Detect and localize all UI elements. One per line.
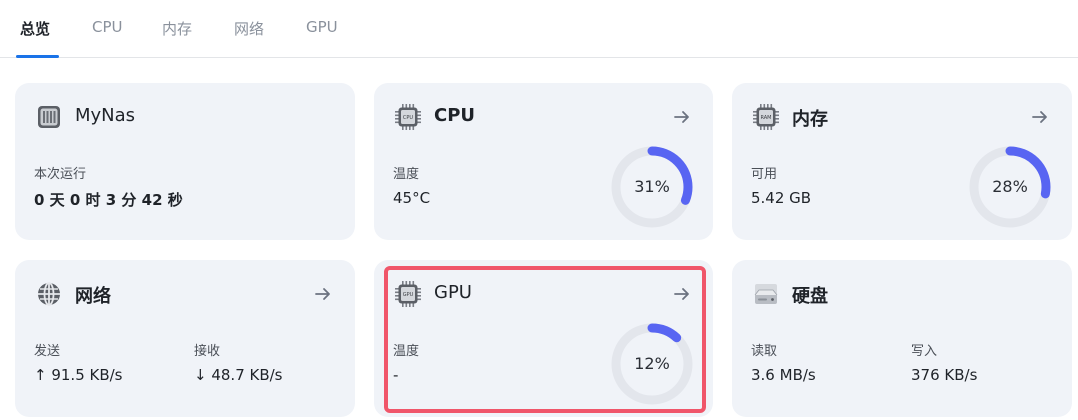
tab-cpu[interactable]: CPU: [92, 18, 123, 36]
memory-card[interactable]: RAM 内存 可用 5.42 GB 28%: [732, 83, 1072, 240]
send-value: ↑ 91.5 KB/s: [34, 366, 123, 384]
network-card[interactable]: 网络 发送 ↑ 91.5 KB/s 接收 ↓ 48.7 KB/s: [15, 260, 355, 417]
disk-card: 硬盘 读取 3.6 MB/s 写入 376 KB/s: [732, 260, 1072, 417]
uptime-label: 本次运行: [34, 167, 87, 182]
ram-chip-icon: RAM: [753, 104, 779, 130]
overview-tabs: 总览 CPU 内存 网络 GPU: [0, 0, 1078, 58]
tab-memory[interactable]: 内存: [162, 18, 192, 39]
memory-usage-text: 28%: [992, 177, 1028, 196]
disk-read-label: 读取: [751, 344, 778, 359]
memory-available-value: 5.42 GB: [751, 189, 812, 207]
svg-text:CPU: CPU: [403, 115, 414, 121]
svg-text:RAM: RAM: [760, 115, 771, 121]
gpu-usage-ring: 12%: [610, 322, 694, 406]
network-title: 网络: [75, 286, 111, 307]
uptime-value: 0 天 0 时 3 分 42 秒: [34, 191, 183, 209]
svg-text:GPU: GPU: [403, 292, 414, 298]
hard-disk-icon: [754, 284, 778, 304]
memory-available-label: 可用: [751, 167, 778, 182]
receive-label: 接收: [194, 344, 221, 359]
active-tab-indicator: [16, 55, 59, 58]
gpu-usage-text: 12%: [634, 354, 670, 373]
gpu-arrow-right-icon[interactable]: [672, 284, 692, 304]
gpu-temp-value: -: [393, 366, 399, 384]
cpu-temp-label: 温度: [393, 167, 420, 182]
tab-network[interactable]: 网络: [234, 18, 264, 39]
tab-gpu[interactable]: GPU: [306, 18, 338, 36]
memory-usage-ring: 28%: [968, 145, 1052, 229]
gpu-chip-icon: GPU: [395, 281, 421, 307]
gpu-title: GPU: [434, 282, 472, 303]
cpu-arrow-right-icon[interactable]: [672, 107, 692, 127]
receive-value: ↓ 48.7 KB/s: [194, 366, 283, 384]
disk-write-value: 376 KB/s: [911, 366, 978, 384]
gpu-card[interactable]: GPU GPU 温度 - 12%: [374, 260, 713, 417]
cpu-title: CPU: [434, 105, 476, 126]
cpu-usage-ring: 31%: [610, 145, 694, 229]
cpu-usage-text: 31%: [634, 177, 670, 196]
server-icon: [38, 106, 60, 128]
cpu-temp-value: 45°C: [393, 189, 431, 207]
globe-icon: [38, 282, 60, 306]
network-arrow-right-icon[interactable]: [313, 284, 333, 304]
system-card: MyNas 本次运行 0 天 0 时 3 分 42 秒: [15, 83, 355, 240]
tab-overview[interactable]: 总览: [20, 18, 50, 39]
disk-write-label: 写入: [911, 344, 938, 359]
send-label: 发送: [34, 344, 61, 359]
disk-title: 硬盘: [792, 286, 828, 307]
memory-title: 内存: [792, 109, 828, 130]
gpu-temp-label: 温度: [393, 344, 420, 359]
cpu-card[interactable]: CPU CPU 温度 45°C 31%: [374, 83, 713, 240]
system-title: MyNas: [75, 105, 136, 126]
disk-read-value: 3.6 MB/s: [751, 366, 816, 384]
cpu-chip-icon: CPU: [395, 104, 421, 130]
memory-arrow-right-icon[interactable]: [1030, 107, 1050, 127]
